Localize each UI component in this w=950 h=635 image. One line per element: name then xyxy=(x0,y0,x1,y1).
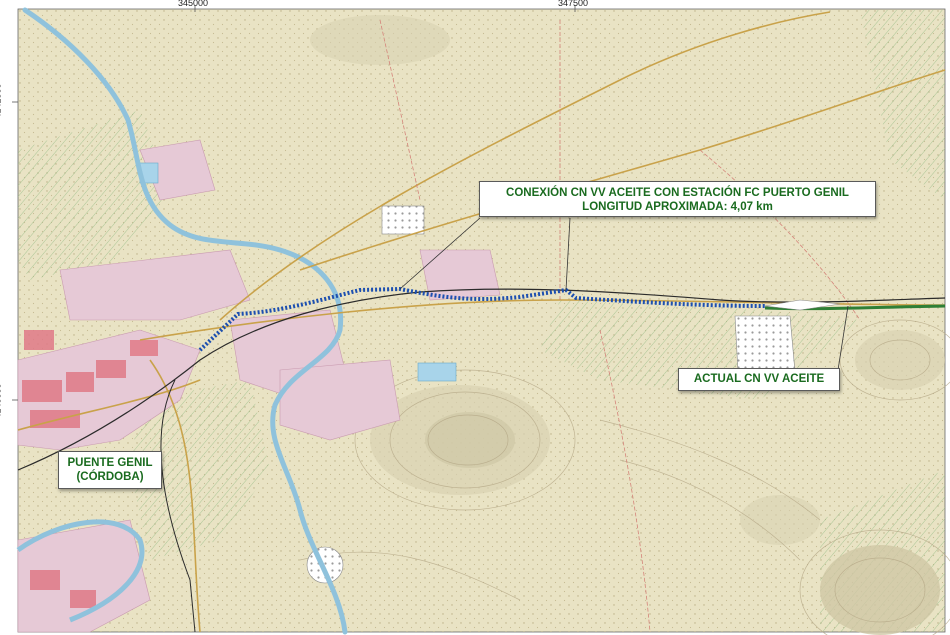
y-tick-4140000: 4140000 xyxy=(0,383,3,419)
connection-title: CONEXIÓN CN VV ACEITE CON ESTACIÓN FC PU… xyxy=(506,187,849,199)
town-callout: PUENTE GENIL (CÓRDOBA) xyxy=(58,451,162,489)
town-province: (CÓRDOBA) xyxy=(76,471,144,484)
existing-route-label: ACTUAL CN VV ACEITE xyxy=(693,373,825,385)
x-tick-347500: 347500 xyxy=(558,0,589,8)
topographic-map[interactable] xyxy=(0,0,950,635)
x-tick-345000: 345000 xyxy=(178,0,209,8)
existing-route-callout: ACTUAL CN VV ACEITE xyxy=(678,368,840,391)
town-name: PUENTE GENIL xyxy=(67,457,153,469)
connection-callout: CONEXIÓN CN VV ACEITE CON ESTACIÓN FC PU… xyxy=(479,181,876,217)
map-area xyxy=(12,5,950,635)
y-tick-4142500: 4142500 xyxy=(0,83,3,119)
connection-length: LONGITUD APROXIMADA: 4,07 km xyxy=(582,201,773,214)
